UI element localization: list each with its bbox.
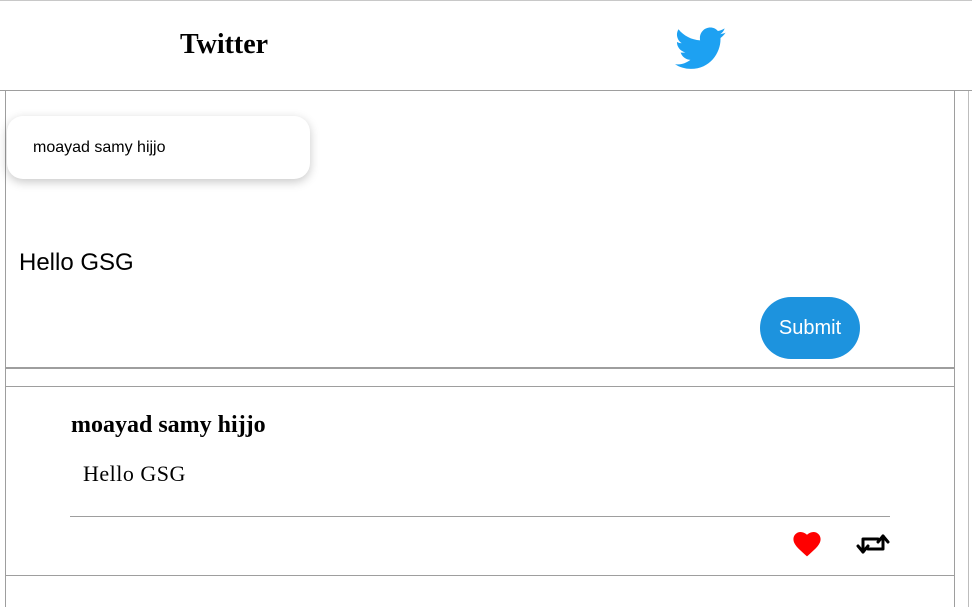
heart-icon[interactable]: [792, 531, 822, 557]
tweet-feed: moayad samy hijjo Hello GSG: [5, 369, 955, 607]
divider: [6, 386, 954, 387]
name-input[interactable]: [7, 116, 310, 179]
retweet-icon[interactable]: [856, 531, 890, 557]
page-right-border: [968, 91, 969, 607]
app-header: Twitter: [0, 0, 972, 91]
tweet-input[interactable]: [19, 243, 619, 283]
tweet-author: moayad samy hijjo: [71, 412, 266, 438]
divider: [6, 575, 954, 576]
divider: [70, 516, 890, 517]
app-title: Twitter: [180, 29, 269, 60]
tweet-composer: Submit: [5, 91, 955, 369]
submit-button[interactable]: Submit: [760, 297, 860, 359]
tweet-text: Hello GSG: [83, 461, 186, 486]
twitter-bird-icon: [675, 27, 727, 69]
